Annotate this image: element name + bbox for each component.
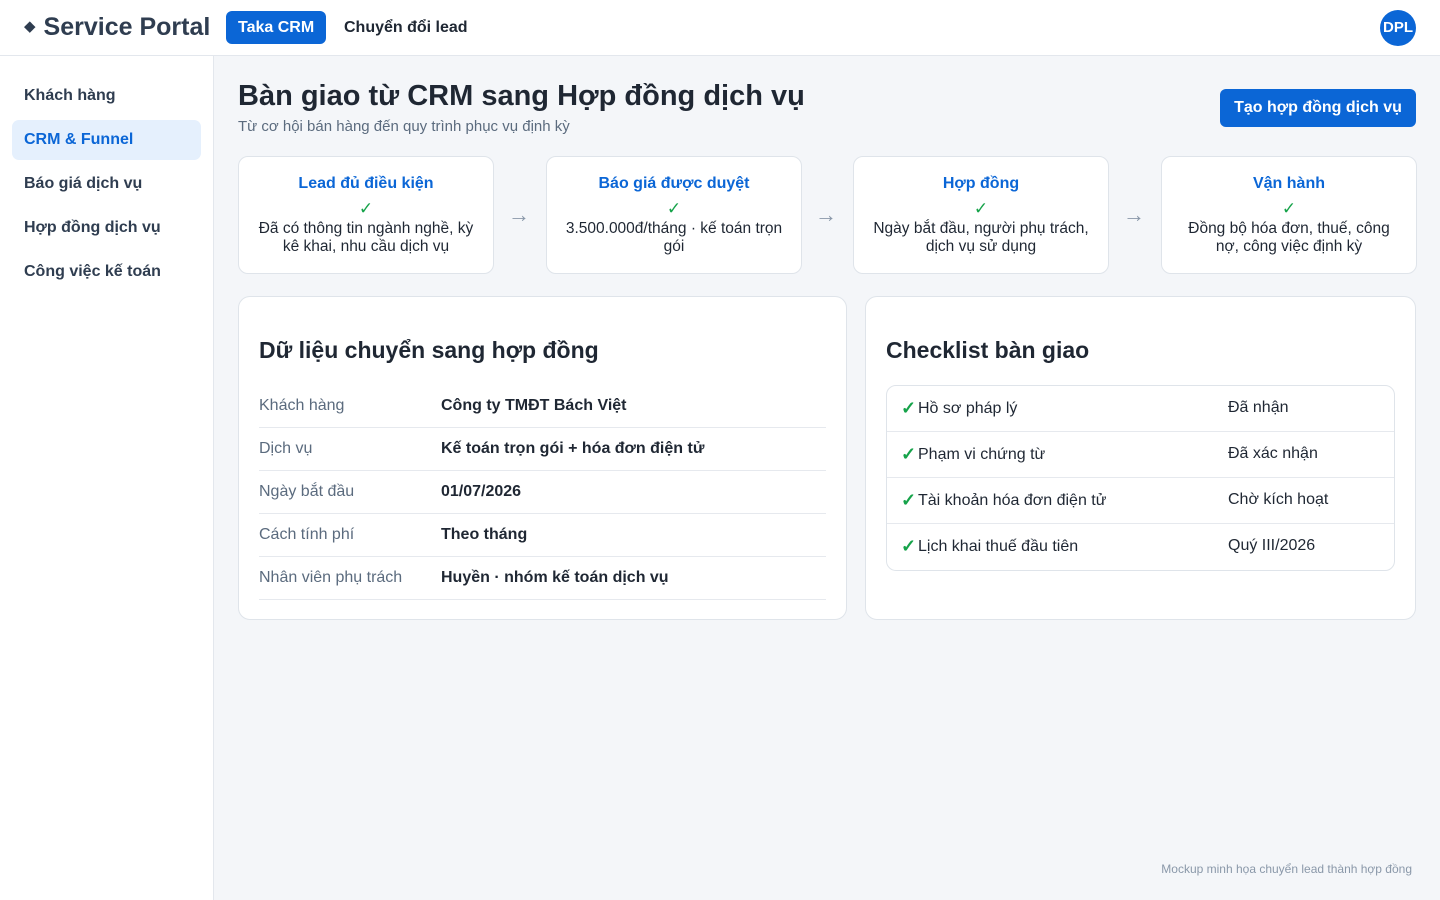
check-icon: ✓ xyxy=(973,199,989,218)
check-icon: ✓ xyxy=(901,398,917,418)
transfer-data-card: Dữ liệu chuyển sang hợp đồng Khách hàng … xyxy=(238,296,847,620)
step-contract: Hợp đồng ✓ Ngày bắt đầu, người phụ trách… xyxy=(853,156,1109,274)
card-title: Dữ liệu chuyển sang hợp đồng xyxy=(259,337,599,363)
sidebar-item-bao-gia-dich-vu[interactable]: Báo giá dịch vụ xyxy=(12,164,201,204)
brand-name: Service Portal xyxy=(43,13,211,41)
detail-value: Công ty TMĐT Bách Việt xyxy=(441,397,627,414)
detail-label: Nhân viên phụ trách xyxy=(259,569,403,586)
brand[interactable]: ◆ Service Portal xyxy=(24,12,210,42)
sidebar-item-cong-viec-ke-toan[interactable]: Công việc kế toán xyxy=(12,252,201,292)
check-icon: ✓ xyxy=(901,490,917,510)
tab-taka-crm[interactable]: Taka CRM xyxy=(226,11,327,44)
arrow-right-icon: → xyxy=(1123,202,1145,227)
checklist-item-status: Chờ kích hoạt xyxy=(1228,491,1329,508)
checklist-item-status: Đã xác nhận xyxy=(1228,445,1318,462)
checklist-item-label: Phạm vi chứng từ xyxy=(918,446,1046,463)
checklist-item: ✓ Tài khoản hóa đơn điện tử Chờ kích hoạ… xyxy=(887,478,1394,524)
step-operation: Vận hành ✓ Đồng bộ hóa đơn, thuế, công n… xyxy=(1161,156,1417,274)
card-title: Checklist bàn giao xyxy=(886,337,1090,363)
detail-row: Cách tính phí Theo tháng xyxy=(259,514,826,557)
check-icon: ✓ xyxy=(358,199,374,218)
tab-chuyen-doi-lead[interactable]: Chuyển đổi lead xyxy=(344,11,468,44)
step-description: Đồng bộ hóa đơn, thuế, công nợ, công việ… xyxy=(1188,220,1390,255)
step-description: 3.500.000đ/tháng · kế toán trọn gói xyxy=(565,220,783,255)
sidebar-item-hop-dong-dich-vu[interactable]: Hợp đồng dịch vụ xyxy=(12,208,201,248)
detail-row: Khách hàng Công ty TMĐT Bách Việt xyxy=(259,385,826,428)
sidebar: Khách hàng CRM & Funnel Báo giá dịch vụ … xyxy=(0,56,214,900)
checklist-item: ✓ Lịch khai thuế đầu tiên Quý III/2026 xyxy=(887,524,1394,570)
sidebar-item-crm-funnel[interactable]: CRM & Funnel xyxy=(12,120,201,160)
detail-row: Nhân viên phụ trách Huyền · nhóm kế toán… xyxy=(259,557,826,600)
checklist: ✓ Hồ sơ pháp lý Đã nhận ✓ Phạm vi chứng … xyxy=(886,385,1395,571)
footnote: Mockup minh họa chuyển lead thành hợp đồ… xyxy=(1161,862,1412,876)
detail-label: Ngày bắt đầu xyxy=(259,483,355,500)
detail-value: Theo tháng xyxy=(441,526,528,543)
detail-row: Dịch vụ Kế toán trọn gói + hóa đơn điện … xyxy=(259,428,826,471)
detail-label: Cách tính phí xyxy=(259,526,355,543)
check-icon: ✓ xyxy=(1281,199,1297,218)
step-description: Đã có thông tin ngành nghề, kỳ kê khai, … xyxy=(258,220,474,255)
checklist-item-label: Hồ sơ pháp lý xyxy=(918,400,1018,417)
check-icon: ✓ xyxy=(666,199,682,218)
checklist-item-label: Tài khoản hóa đơn điện tử xyxy=(918,492,1107,509)
step-description: Ngày bắt đầu, người phụ trách, dịch vụ s… xyxy=(873,220,1089,255)
arrow-right-icon: → xyxy=(508,202,530,227)
handover-checklist-card: Checklist bàn giao ✓ Hồ sơ pháp lý Đã nh… xyxy=(865,296,1416,620)
checklist-item: ✓ Hồ sơ pháp lý Đã nhận xyxy=(887,386,1394,432)
sidebar-item-khach-hang[interactable]: Khách hàng xyxy=(12,76,201,116)
check-icon: ✓ xyxy=(901,444,917,464)
step-title: Báo giá được duyệt xyxy=(598,175,750,192)
detail-label: Dịch vụ xyxy=(259,440,313,457)
step-title: Hợp đồng xyxy=(942,175,1020,192)
step-title: Lead đủ điều kiện xyxy=(298,175,434,192)
detail-value: 01/07/2026 xyxy=(441,483,522,500)
checklist-item-status: Đã nhận xyxy=(1228,399,1289,416)
detail-value: Huyền · nhóm kế toán dịch vụ xyxy=(441,569,669,586)
checklist-item: ✓ Phạm vi chứng từ Đã xác nhận xyxy=(887,432,1394,478)
create-service-contract-button[interactable]: Tạo hợp đồng dịch vụ xyxy=(1220,89,1416,127)
step-title: Vận hành xyxy=(1252,175,1325,192)
step-quote-approved: Báo giá được duyệt ✓ 3.500.000đ/tháng · … xyxy=(546,156,802,274)
diamond-icon: ◆ xyxy=(24,18,36,35)
detail-row: Ngày bắt đầu 01/07/2026 xyxy=(259,471,826,514)
step-lead-qualified: Lead đủ điều kiện ✓ Đã có thông tin ngàn… xyxy=(238,156,494,274)
arrow-right-icon: → xyxy=(815,202,837,227)
top-bar: ◆ Service Portal Taka CRM Chuyển đổi lea… xyxy=(0,0,1440,56)
page-subtitle: Từ cơ hội bán hàng đến quy trình phục vụ… xyxy=(238,118,570,135)
checklist-item-label: Lịch khai thuế đầu tiên xyxy=(918,538,1079,555)
avatar[interactable]: DPL xyxy=(1380,10,1416,46)
detail-label: Khách hàng xyxy=(259,397,345,414)
detail-value: Kế toán trọn gói + hóa đơn điện tử xyxy=(441,440,705,457)
check-icon: ✓ xyxy=(901,536,917,556)
page-title: Bàn giao từ CRM sang Hợp đồng dịch vụ xyxy=(238,80,805,112)
checklist-item-status: Quý III/2026 xyxy=(1228,537,1316,554)
